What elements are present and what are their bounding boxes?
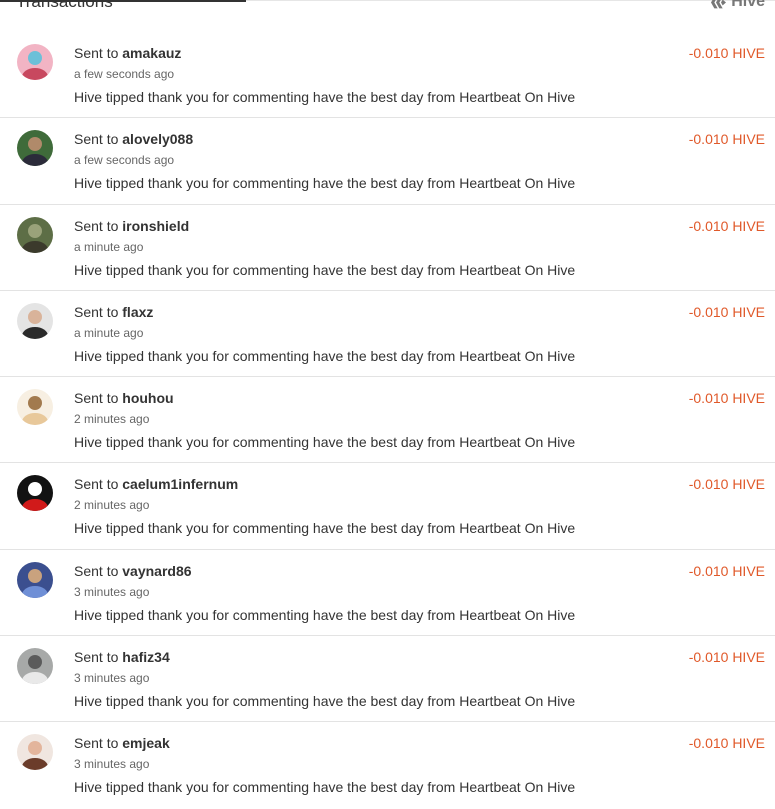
recipient-link[interactable]: caelum1infernum xyxy=(122,476,238,492)
user-avatar-icon xyxy=(17,44,53,80)
transaction-memo: Hive tipped thank you for commenting hav… xyxy=(74,175,576,192)
transaction-row: Sent to ironshield a minute ago Hive tippe… xyxy=(0,205,775,291)
transaction-summary: Sent to flaxz xyxy=(74,304,153,320)
transaction-amount: -0.010 HIVE xyxy=(688,735,765,752)
avatar[interactable] xyxy=(17,44,53,80)
transaction-time: a few seconds ago xyxy=(74,153,175,168)
transaction-amount: -0.010 HIVE xyxy=(688,562,765,579)
hive-brand: Hive xyxy=(710,0,765,13)
transaction-memo: Hive tipped thank you for commenting hav… xyxy=(74,606,576,623)
transaction-amount: -0.010 HIVE xyxy=(688,217,765,234)
recipient-link[interactable]: houhou xyxy=(122,390,173,406)
transaction-amount: -0.010 HIVE xyxy=(688,476,765,493)
transaction-summary: Sent to hafiz34 xyxy=(74,649,170,665)
transaction-memo: Hive tipped thank you for commenting hav… xyxy=(74,520,576,537)
avatar[interactable] xyxy=(17,216,53,253)
transaction-amount: -0.010 HIVE xyxy=(688,649,765,666)
transaction-row: Sent to emjeak 3 minutes ago Hive tipped t… xyxy=(0,722,775,808)
transaction-memo: Hive tipped thank you for commenting hav… xyxy=(74,779,576,796)
transaction-memo: Hive tipped thank you for commenting hav… xyxy=(74,89,576,105)
transaction-row: Sent to hafiz34 3 minutes ago Hive tipped … xyxy=(0,636,775,723)
recipient-link[interactable]: alovely088 xyxy=(122,131,193,147)
transaction-summary: Sent to vaynard86 xyxy=(74,563,192,579)
sent-to-label: Sent to xyxy=(74,649,119,666)
avatar[interactable] xyxy=(17,130,53,167)
transaction-time: 2 minutes ago xyxy=(74,498,150,513)
sent-to-label: Sent to xyxy=(74,217,119,234)
transaction-row: Sent to vaynard86 3 minutes ago Hive tippe… xyxy=(0,550,775,637)
transaction-summary: Sent to amakauz xyxy=(74,45,181,61)
avatar[interactable] xyxy=(17,389,53,426)
user-avatar-icon xyxy=(17,561,53,598)
transaction-time: a few seconds ago xyxy=(74,67,175,81)
transaction-summary: Sent to ironshield xyxy=(74,218,189,234)
transaction-time: 3 minutes ago xyxy=(74,671,150,686)
transaction-memo: Hive tipped thank you for commenting hav… xyxy=(74,261,576,278)
transaction-amount: -0.010 HIVE xyxy=(688,303,765,320)
user-avatar-icon xyxy=(17,216,53,253)
avatar[interactable] xyxy=(17,475,53,512)
avatar[interactable] xyxy=(17,734,53,771)
avatar[interactable] xyxy=(17,302,53,339)
user-avatar-icon xyxy=(17,475,53,512)
hive-logo-icon xyxy=(710,0,727,10)
recipient-link[interactable]: vaynard86 xyxy=(122,563,191,579)
transaction-time: a minute ago xyxy=(74,325,144,340)
avatar[interactable] xyxy=(17,648,53,685)
sent-to-label: Sent to xyxy=(74,45,119,61)
user-avatar-icon xyxy=(17,302,53,339)
page-title: Transactions xyxy=(16,0,113,11)
transaction-list: Sent to amakauz a few seconds ago Hive tip… xyxy=(0,32,775,809)
recipient-link[interactable]: amakauz xyxy=(122,45,181,61)
user-avatar-icon xyxy=(17,734,53,771)
sent-to-label: Sent to xyxy=(74,390,119,407)
transaction-row: Sent to alovely088 a few seconds ago Hive … xyxy=(0,118,775,205)
avatar[interactable] xyxy=(17,561,53,598)
transaction-memo: Hive tipped thank you for commenting hav… xyxy=(74,347,576,364)
transaction-time: 3 minutes ago xyxy=(74,757,150,772)
transaction-amount: -0.010 HIVE xyxy=(688,390,765,407)
hive-brand-label: Hive xyxy=(731,0,765,10)
transaction-time: a minute ago xyxy=(74,239,144,254)
sent-to-label: Sent to xyxy=(74,303,119,320)
transaction-row: Sent to flaxz a minute ago Hive tipped tha… xyxy=(0,291,775,378)
transaction-summary: Sent to alovely088 xyxy=(74,131,193,147)
transaction-row: Sent to amakauz a few seconds ago Hive tip… xyxy=(0,32,775,119)
transaction-summary: Sent to caelum1infernum xyxy=(74,476,238,492)
transaction-memo: Hive tipped thank you for commenting hav… xyxy=(74,434,576,451)
recipient-link[interactable]: flaxz xyxy=(122,304,153,320)
transaction-amount: -0.010 HIVE xyxy=(688,131,765,148)
transaction-time: 3 minutes ago xyxy=(74,584,150,599)
sent-to-label: Sent to xyxy=(74,562,119,579)
recipient-link[interactable]: emjeak xyxy=(122,735,169,751)
transactions-header: Transactions Hive xyxy=(0,0,775,17)
transaction-time: 2 minutes ago xyxy=(74,412,150,427)
sent-to-label: Sent to xyxy=(74,735,119,752)
user-avatar-icon xyxy=(17,130,53,167)
transaction-row: Sent to houhou 2 minutes ago Hive tipped t… xyxy=(0,377,775,464)
user-avatar-icon xyxy=(17,648,53,685)
sent-to-label: Sent to xyxy=(74,131,119,148)
user-avatar-icon xyxy=(17,389,53,426)
sent-to-label: Sent to xyxy=(74,476,119,493)
transaction-summary: Sent to emjeak xyxy=(74,735,170,751)
transaction-row: Sent to caelum1infernum 2 minutes ago Hive… xyxy=(0,463,775,550)
recipient-link[interactable]: hafiz34 xyxy=(122,649,169,665)
transaction-memo: Hive tipped thank you for commenting hav… xyxy=(74,693,576,710)
transaction-amount: -0.010 HIVE xyxy=(688,45,765,61)
recipient-link[interactable]: ironshield xyxy=(122,218,189,234)
transaction-summary: Sent to houhou xyxy=(74,390,174,406)
